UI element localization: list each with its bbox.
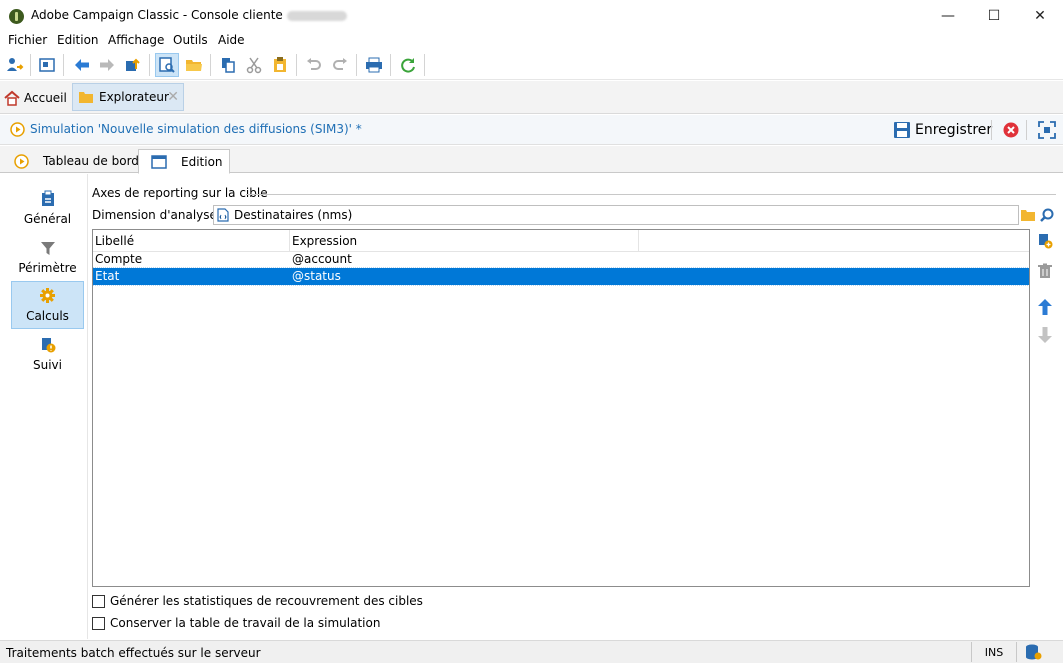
window-title: Adobe Campaign Classic - Console cliente xyxy=(31,8,347,22)
dimension-value: Destinataires (nms) xyxy=(234,208,353,222)
simulation-icon xyxy=(10,122,25,137)
upload-icon[interactable] xyxy=(121,53,145,77)
checkbox-label: Conserver la table de travail de la simu… xyxy=(110,616,381,630)
redo-icon[interactable] xyxy=(328,53,352,77)
cell-expression: @status xyxy=(292,269,341,283)
window-form-icon xyxy=(151,154,167,169)
undo-icon[interactable] xyxy=(302,53,326,77)
section-divider xyxy=(246,194,1056,195)
search-icon[interactable] xyxy=(1038,206,1056,224)
sidebar-item-label: Suivi xyxy=(33,357,62,372)
menu-aide[interactable]: Aide xyxy=(218,33,245,47)
sidebar-item-perimetre[interactable]: Périmètre xyxy=(11,233,84,281)
database-icon[interactable] xyxy=(1024,643,1042,661)
app-logo-icon xyxy=(9,9,24,24)
print-icon[interactable] xyxy=(362,53,386,77)
tab-tableau-de-bord-label: Tableau de bord xyxy=(43,154,139,168)
cell-expression: @account xyxy=(292,252,352,266)
menu-fichier[interactable]: Fichier xyxy=(8,33,47,47)
insert-mode-indicator: INS xyxy=(971,642,1017,662)
preview-icon[interactable] xyxy=(155,53,179,77)
menu-outils[interactable]: Outils xyxy=(173,33,208,47)
page-title: Simulation 'Nouvelle simulation des diff… xyxy=(30,122,362,136)
status-bar: Traitements batch effectués sur le serve… xyxy=(0,640,1063,663)
close-tab-icon[interactable]: ✕ xyxy=(167,89,179,105)
window-title-text: Adobe Campaign Classic - Console cliente xyxy=(31,8,283,22)
folder-icon xyxy=(79,92,93,103)
home-icon xyxy=(4,90,20,106)
keep-work-table-checkbox[interactable]: Conserver la table de travail de la simu… xyxy=(92,615,380,631)
add-item-icon[interactable] xyxy=(1035,231,1055,251)
column-header-libelle[interactable]: Libellé xyxy=(93,230,290,252)
sidebar-item-label: Général xyxy=(23,212,72,226)
table-row-selected[interactable]: Etat @status xyxy=(93,267,1029,286)
move-up-icon[interactable] xyxy=(1035,297,1055,317)
main-toolbar xyxy=(0,50,1063,80)
save-icon xyxy=(894,122,910,138)
maximize-button[interactable]: ☐ xyxy=(971,0,1017,32)
tab-edition-label: Edition xyxy=(181,154,223,169)
tab-edition[interactable]: Edition xyxy=(138,149,230,174)
forward-arrow-icon[interactable] xyxy=(95,53,119,77)
dimension-label: Dimension d'analyse : xyxy=(92,208,225,222)
checkbox-label: Générer les statistiques de recouvrement… xyxy=(110,594,423,608)
reporting-axes-table[interactable]: Libellé Expression Compte @account Etat … xyxy=(92,229,1030,587)
sidebar-item-calculs[interactable]: Calculs xyxy=(11,281,84,329)
main-content: Axes de reporting sur la cible Dimension… xyxy=(88,174,1063,639)
minimize-button[interactable]: — xyxy=(925,0,971,32)
open-folder-icon[interactable] xyxy=(182,53,206,77)
logon-icon[interactable] xyxy=(3,53,27,77)
cell-libelle: Compte xyxy=(95,252,143,266)
tab-explorateur-label: Explorateur xyxy=(99,90,169,104)
section-title: Axes de reporting sur la cible xyxy=(92,186,268,200)
clipboard-icon xyxy=(41,190,54,206)
save-button[interactable]: Enregistrer xyxy=(893,120,992,140)
sidebar-item-label: Périmètre xyxy=(18,260,77,275)
column-header-expression[interactable]: Expression xyxy=(290,230,639,252)
tabs-row: Accueil Explorateur ✕ xyxy=(0,81,1063,114)
folder-browse-icon[interactable] xyxy=(1019,206,1037,224)
trash-icon[interactable] xyxy=(1035,261,1055,281)
checkbox-box[interactable] xyxy=(92,616,105,630)
tracking-icon xyxy=(41,337,55,352)
play-icon xyxy=(14,153,29,169)
maximize-view-icon[interactable] xyxy=(1038,121,1056,139)
refresh-icon[interactable] xyxy=(396,53,420,77)
sidebar-item-suivi[interactable]: Suivi xyxy=(11,330,84,378)
redacted-user xyxy=(286,10,347,21)
tab-accueil-label: Accueil xyxy=(24,91,67,105)
checkbox-box[interactable] xyxy=(92,594,105,608)
table-row[interactable]: Compte @account xyxy=(93,251,1029,268)
table-header: Libellé Expression xyxy=(93,230,1029,252)
filter-icon xyxy=(40,241,55,255)
tab-explorateur[interactable]: Explorateur ✕ xyxy=(72,83,184,111)
sub-tabs: Tableau de bord Edition xyxy=(0,146,1063,174)
status-text: Traitements batch effectués sur le serve… xyxy=(6,646,261,660)
side-navigation: Général Périmètre Calculs Suivi xyxy=(0,174,88,639)
move-down-icon[interactable] xyxy=(1035,325,1055,345)
menu-affichage[interactable]: Affichage xyxy=(108,33,164,47)
menu-edition[interactable]: Edition xyxy=(57,33,99,47)
cut-icon[interactable] xyxy=(242,53,266,77)
menu-bar: Fichier Edition Affichage Outils Aide xyxy=(0,32,1063,50)
overlap-stats-checkbox[interactable]: Générer les statistiques de recouvrement… xyxy=(92,593,423,609)
document-header: Simulation 'Nouvelle simulation des diff… xyxy=(0,115,1063,145)
schema-icon xyxy=(217,208,229,222)
tab-tableau-de-bord[interactable]: Tableau de bord xyxy=(14,149,139,173)
save-button-label: Enregistrer xyxy=(915,122,993,138)
copy-icon[interactable] xyxy=(216,53,240,77)
tab-accueil[interactable]: Accueil xyxy=(4,87,67,109)
back-arrow-icon[interactable] xyxy=(70,53,94,77)
title-bar: Adobe Campaign Classic - Console cliente… xyxy=(0,0,1063,32)
sidebar-item-general[interactable]: Général xyxy=(11,184,84,232)
view-icon[interactable] xyxy=(35,53,59,77)
close-window-button[interactable]: ✕ xyxy=(1017,0,1063,32)
cell-libelle: Etat xyxy=(95,269,120,283)
sidebar-item-label: Calculs xyxy=(26,309,69,323)
gear-icon xyxy=(40,288,55,303)
cancel-icon[interactable] xyxy=(1003,122,1019,138)
paste-icon[interactable] xyxy=(268,53,292,77)
dimension-field[interactable]: Destinataires (nms) xyxy=(213,205,1019,225)
